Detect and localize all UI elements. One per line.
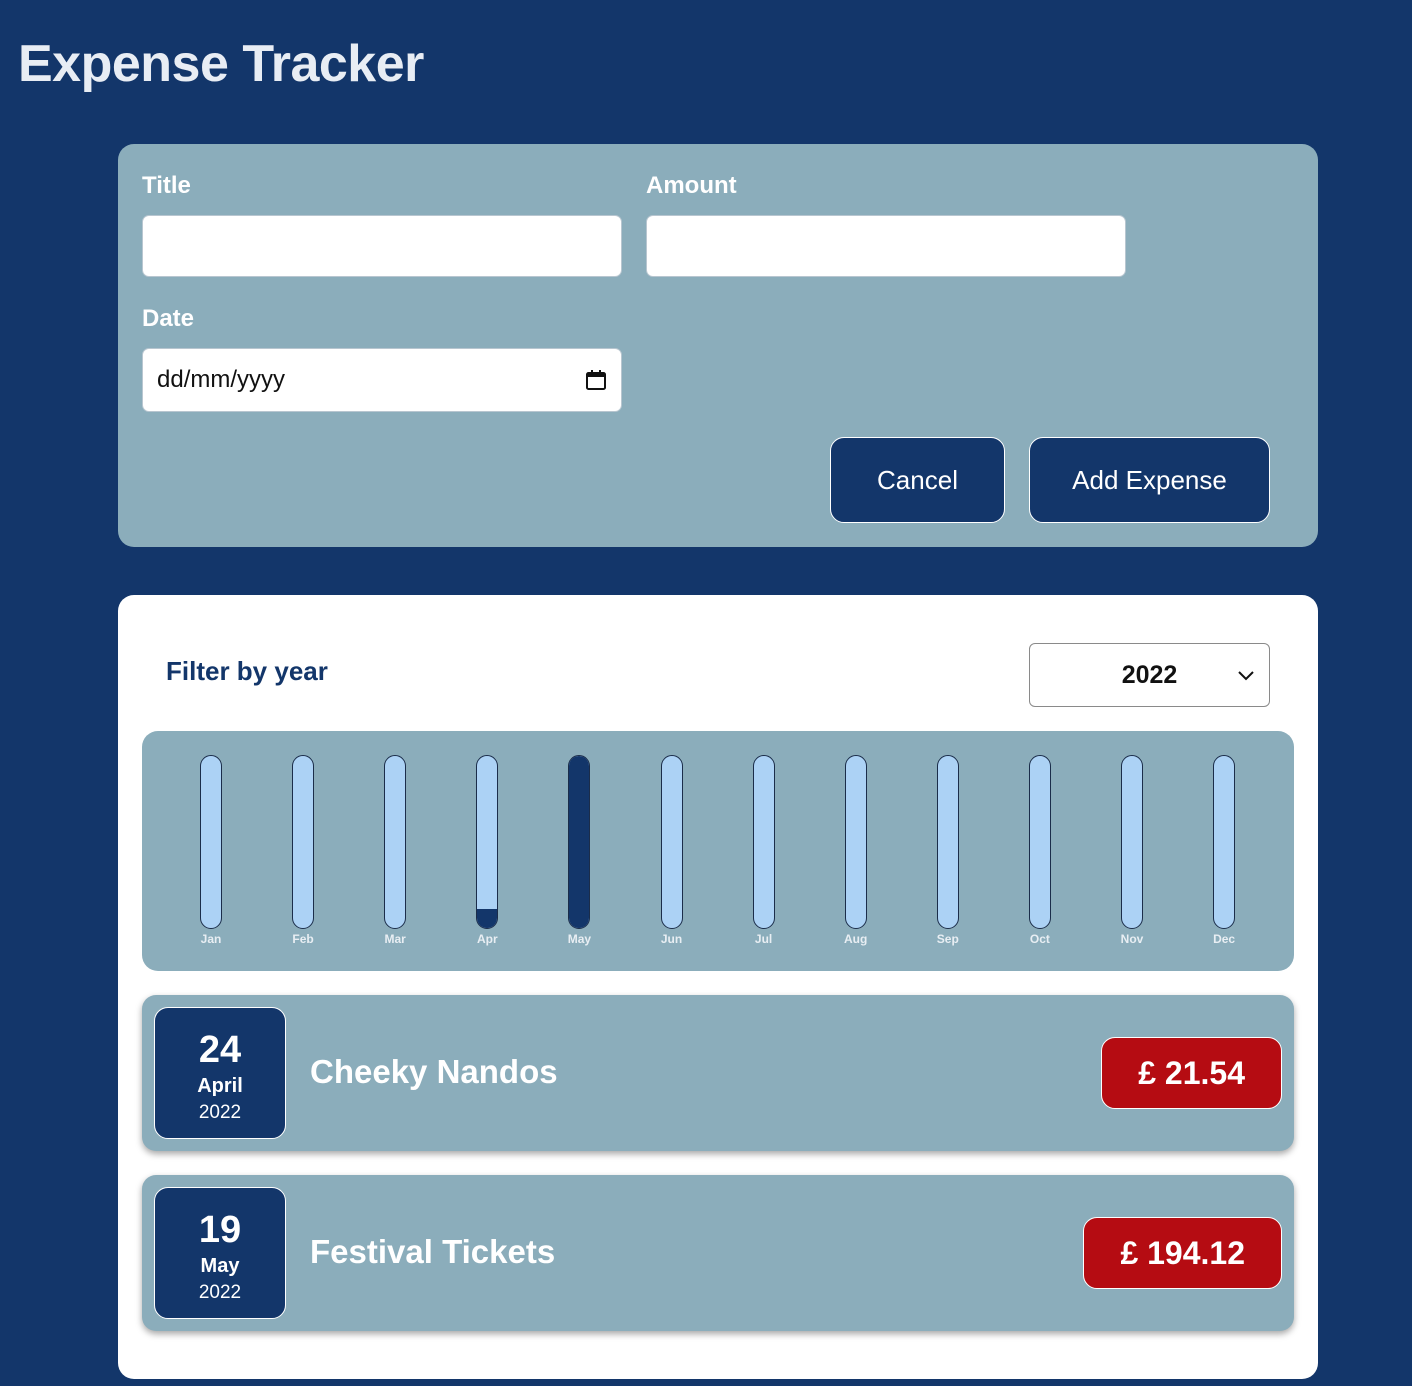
expense-amount-badge: £ 194.12	[1083, 1217, 1282, 1289]
bar-label: May	[567, 932, 592, 946]
bar-label: Jun	[660, 932, 683, 946]
monthly-expense-chart: Jan Feb Mar Apr May Jun Jul Aug Sep Oct Nov Dec	[142, 731, 1294, 971]
bar-track	[936, 755, 959, 929]
expense-date-badge: 24 April 2022	[154, 1007, 286, 1139]
bar-column-sep: Sep	[918, 755, 978, 946]
expense-year: 2022	[198, 1102, 242, 1123]
expense-month: April	[197, 1075, 243, 1097]
bar-label: Jul	[754, 932, 773, 946]
app-title: Expense Tracker	[18, 35, 424, 93]
bar-column-may: May	[549, 755, 609, 946]
title-label: Title	[142, 172, 191, 199]
expenses-card: Filter by year 2022 Jan Feb Mar Apr May Jun Ju…	[118, 595, 1318, 1379]
expense-year: 2022	[198, 1282, 242, 1303]
calendar-icon[interactable]	[585, 369, 607, 391]
selected-year: 2022	[1121, 660, 1178, 689]
bar-track	[752, 755, 775, 929]
add-expense-button[interactable]: Add Expense	[1029, 437, 1270, 523]
expense-day: 24	[198, 1029, 242, 1071]
bar-track	[384, 755, 407, 929]
bar-track	[568, 755, 591, 929]
new-expense-form: Title Amount Date dd/mm/yyyy Cancel Add …	[118, 144, 1318, 547]
expense-item: 24 April 2022 Cheeky Nandos £ 21.54	[142, 995, 1294, 1151]
title-input[interactable]	[142, 215, 622, 277]
bar-fill	[569, 756, 590, 928]
bar-label: Feb	[292, 932, 314, 946]
bar-track	[292, 755, 315, 929]
expense-month: May	[200, 1255, 240, 1277]
expense-date-badge: 19 May 2022	[154, 1187, 286, 1319]
date-label: Date	[142, 305, 195, 332]
bar-column-oct: Oct	[1010, 755, 1070, 946]
bar-column-nov: Nov	[1102, 755, 1162, 946]
year-filter-select[interactable]: 2022	[1029, 643, 1270, 707]
bar-column-jan: Jan	[181, 755, 241, 946]
bar-column-feb: Feb	[273, 755, 333, 946]
bar-track	[844, 755, 867, 929]
bar-column-mar: Mar	[365, 755, 425, 946]
bar-label: Dec	[1213, 932, 1236, 946]
bar-track	[1028, 755, 1051, 929]
bar-label: Jan	[200, 932, 222, 946]
filter-label: Filter by year	[166, 656, 328, 686]
bar-label: Sep	[936, 932, 959, 946]
bar-label: Aug	[844, 932, 868, 946]
expense-title: Festival Tickets	[310, 1233, 556, 1270]
bar-label: Apr	[476, 932, 498, 946]
bar-track	[1213, 755, 1236, 929]
bar-track	[476, 755, 499, 929]
amount-label: Amount	[646, 172, 737, 199]
bar-column-dec: Dec	[1194, 755, 1254, 946]
expense-amount-badge: £ 21.54	[1101, 1037, 1282, 1109]
expense-day: 19	[198, 1209, 242, 1251]
date-input[interactable]: dd/mm/yyyy	[142, 348, 622, 412]
bar-track	[1121, 755, 1143, 929]
bar-label: Oct	[1029, 932, 1050, 946]
bar-label: Mar	[384, 932, 406, 946]
bar-track	[200, 755, 222, 929]
amount-input[interactable]	[646, 215, 1126, 277]
cancel-button[interactable]: Cancel	[830, 437, 1005, 523]
bar-column-jun: Jun	[642, 755, 702, 946]
date-placeholder: dd/mm/yyyy	[157, 366, 286, 393]
expense-title: Cheeky Nandos	[310, 1053, 558, 1090]
chevron-down-icon	[1238, 671, 1254, 681]
bar-column-jul: Jul	[734, 755, 794, 946]
bar-fill	[477, 909, 498, 928]
bar-column-aug: Aug	[826, 755, 886, 946]
expense-item: 19 May 2022 Festival Tickets £ 194.12	[142, 1175, 1294, 1331]
bar-label: Nov	[1120, 932, 1144, 946]
bar-column-apr: Apr	[457, 755, 517, 946]
bar-track	[660, 755, 683, 929]
